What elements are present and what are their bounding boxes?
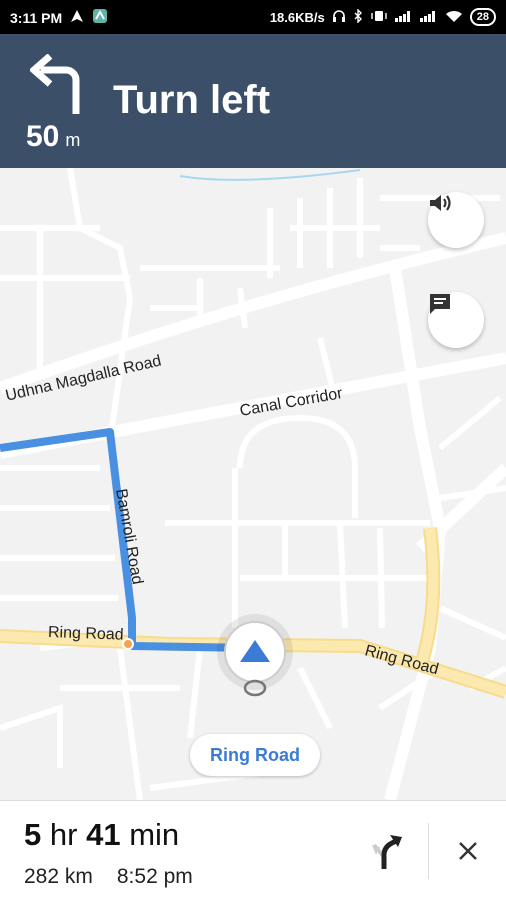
wifi-icon [445, 9, 463, 26]
turn-instruction: Turn left [113, 78, 271, 122]
eta-minutes: 41 [86, 817, 121, 852]
maneuver-distance: 50 m [26, 120, 80, 154]
eta-duration: 5 hr 41 min [24, 817, 179, 853]
eta-hours: 5 [24, 817, 42, 852]
signal-icon [394, 10, 413, 25]
divider [428, 823, 429, 879]
battery-icon: 28 [469, 8, 496, 26]
vibrate-icon [370, 10, 388, 25]
bluetooth-icon [353, 7, 363, 26]
eta-hr-label: hr [49, 817, 78, 852]
alternate-routes-button[interactable] [366, 831, 406, 876]
water-line [179, 169, 361, 181]
navigation-arrow-icon [70, 9, 84, 26]
status-bar: 3:11 PM 18.6KB/s 28 [0, 0, 506, 34]
turn-left-arrow-icon [28, 53, 86, 119]
signal-icon-2 [419, 10, 438, 25]
map-canvas [0, 168, 506, 800]
sound-button[interactable] [428, 192, 484, 248]
network-speed: 18.6KB/s [269, 9, 325, 25]
navigation-header[interactable]: 50 m Turn left [0, 34, 506, 168]
distance-unit: m [65, 130, 81, 150]
close-navigation-button[interactable] [448, 831, 488, 871]
headphones-icon [332, 9, 346, 26]
eta-min-label: min [129, 817, 180, 852]
map-view[interactable]: Udhna Magdalla Road Canal Corridor Bamro… [0, 168, 506, 800]
arrival-time: 8:52 pm [116, 865, 193, 888]
report-button[interactable] [428, 292, 484, 348]
current-road-label[interactable]: Ring Road [190, 734, 320, 776]
close-icon [459, 842, 477, 860]
distance-value: 50 [26, 120, 60, 153]
road-label-ring-left: Ring Road [47, 624, 124, 644]
fork-route-icon [372, 835, 402, 869]
maps-app-icon [92, 8, 108, 27]
turn-point-marker [122, 638, 134, 650]
status-time: 3:11 PM [10, 9, 63, 26]
trip-distance: 282 km [24, 865, 93, 888]
trip-summary-panel[interactable]: 5 hr 41 min 282 km 8:52 pm [0, 800, 506, 901]
